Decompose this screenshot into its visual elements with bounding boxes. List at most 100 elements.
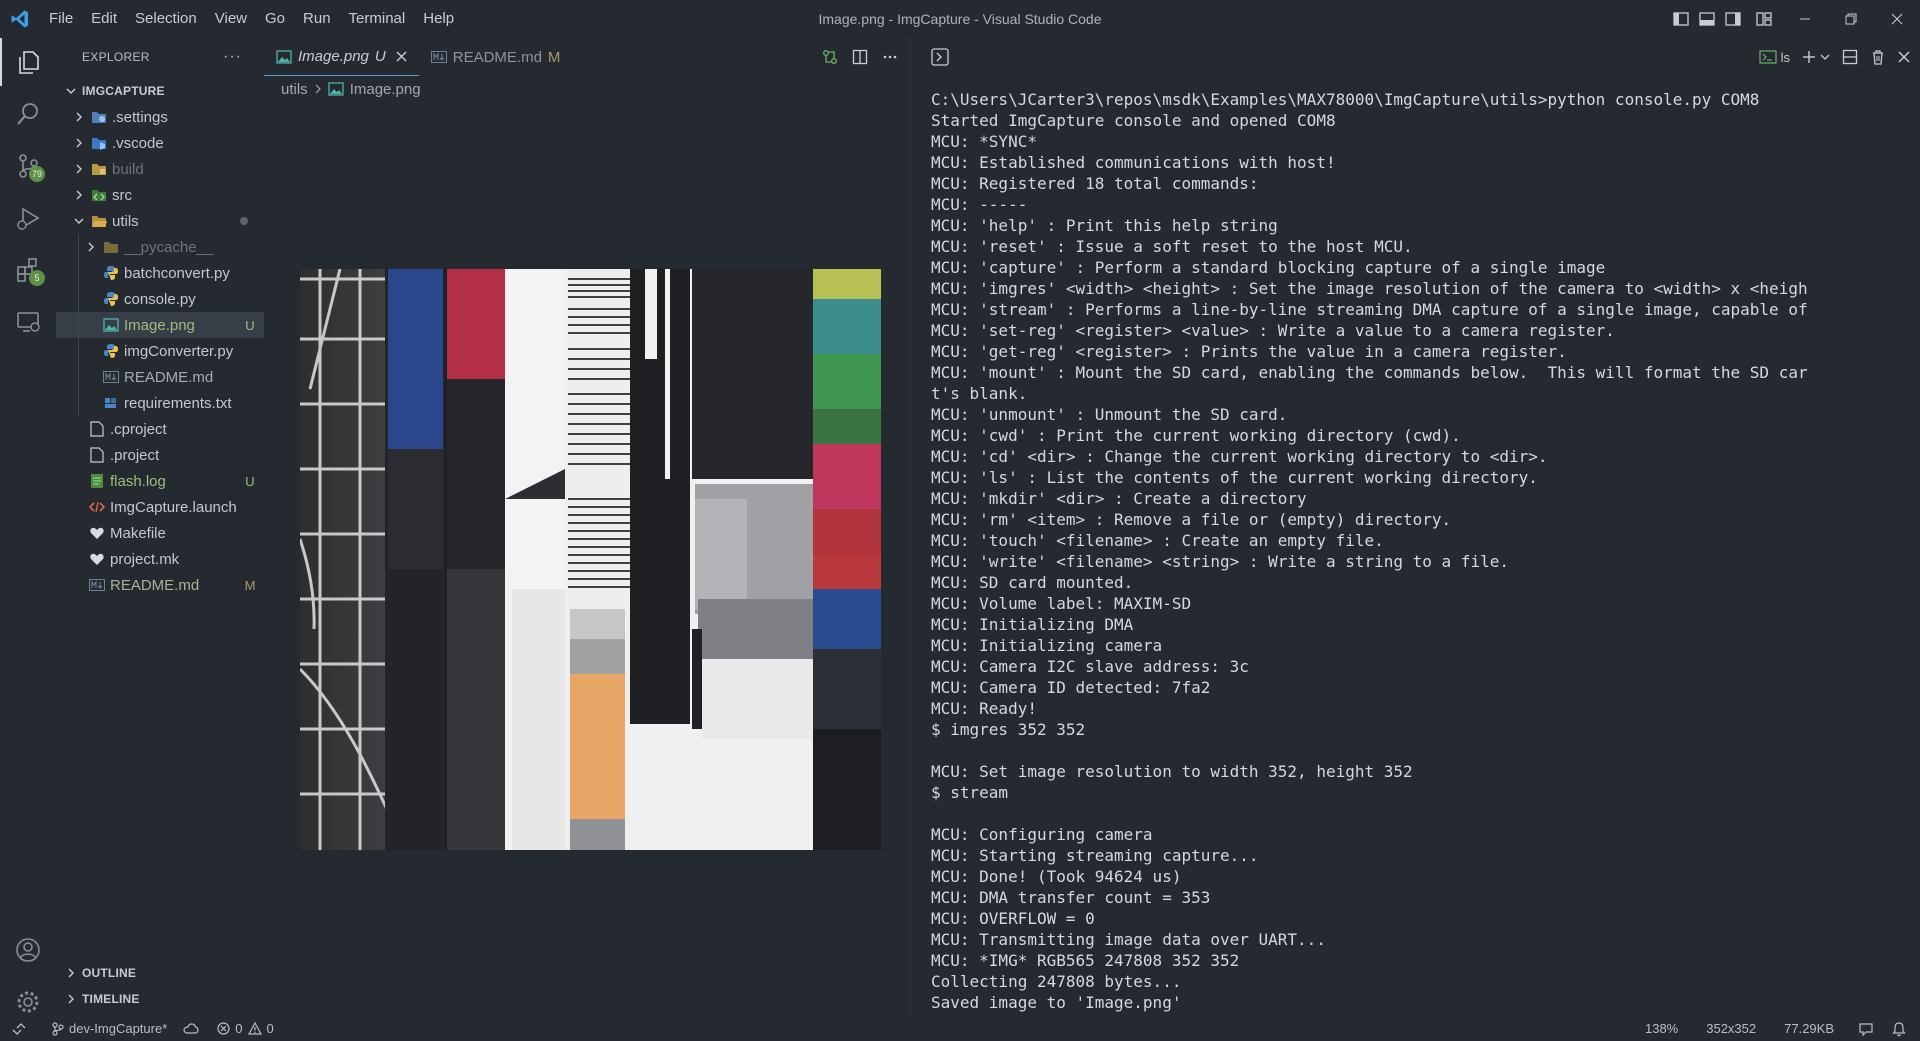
tree-item-makefile[interactable]: Makefile — [56, 520, 264, 546]
zoom-status[interactable]: 138% — [1631, 1016, 1692, 1041]
more-editor-actions-icon[interactable] — [882, 49, 898, 65]
tree-item-src[interactable]: src — [56, 182, 264, 208]
terminal-output[interactable]: C:\Users\JCarter3\repos\msdk\Examples\MA… — [931, 89, 1916, 1014]
feedback-icon[interactable] — [1848, 1016, 1884, 1041]
terminal-line: MCU: Initializing DMA — [931, 615, 1134, 634]
source-control-icon[interactable]: 79 — [0, 142, 56, 190]
chevron-right-icon — [72, 190, 86, 200]
chevron-down-icon — [64, 86, 78, 96]
git-branch-status[interactable]: dev-ImgCapture* — [34, 1016, 175, 1041]
split-editor-icon[interactable] — [852, 49, 868, 65]
restore-window-icon[interactable] — [1828, 0, 1874, 38]
terminal-line: MCU: Done! (Took 94624 us) — [931, 867, 1182, 886]
explorer-icon[interactable] — [0, 38, 56, 86]
untracked-status: U — [245, 317, 255, 333]
editor-tabs: Image.png U README.md M — [264, 38, 910, 76]
tree-item-launch[interactable]: ImgCapture.launch — [56, 494, 264, 520]
remote-indicator-icon[interactable] — [0, 1016, 34, 1041]
timeline-section[interactable]: TIMELINE — [56, 986, 264, 1012]
makefile-icon — [88, 551, 106, 567]
menu-run[interactable]: Run — [294, 0, 340, 38]
xml-file-icon — [88, 499, 106, 515]
accounts-icon[interactable] — [0, 926, 56, 974]
modified-status: M — [244, 577, 256, 593]
tree-item-project-mk[interactable]: project.mk — [56, 546, 264, 572]
outline-section[interactable]: OUTLINE — [56, 960, 264, 986]
chevron-right-icon — [84, 242, 98, 252]
requirements-file-icon — [102, 395, 120, 411]
tab-readme[interactable]: README.md M — [419, 38, 573, 76]
tree-item-cproject[interactable]: .cproject — [56, 416, 264, 442]
image-dimensions-status: 352x352 — [1706, 1021, 1757, 1036]
tree-item-pycache[interactable]: __pycache__ — [56, 234, 264, 260]
run-debug-icon[interactable] — [0, 194, 56, 242]
open-changes-icon[interactable] — [822, 49, 838, 65]
breadcrumb-file[interactable]: Image.png — [350, 81, 421, 98]
customize-layout-icon[interactable] — [1746, 0, 1782, 38]
python-file-icon — [102, 265, 120, 281]
extensions-icon[interactable]: 5 — [0, 246, 56, 294]
menu-selection[interactable]: Selection — [126, 0, 206, 38]
menu-go[interactable]: Go — [256, 0, 294, 38]
close-tab-icon[interactable] — [396, 51, 407, 62]
plus-icon — [1802, 50, 1816, 64]
markdown-file-icon — [102, 369, 120, 385]
terminal-line: MCU: 'unmount' : Unmount the SD card. — [931, 405, 1288, 424]
terminal-line: MCU: *SYNC* — [931, 132, 1037, 151]
toggle-panel-icon[interactable] — [1694, 0, 1720, 38]
terminal-panel: ls C:\Users\JCarter3\repos\msdk\Examples… — [910, 38, 1920, 1016]
sync-changes-icon[interactable] — [175, 1016, 207, 1041]
image-preview — [300, 269, 881, 850]
minimize-window-icon[interactable] — [1782, 0, 1828, 38]
new-terminal-button[interactable] — [1802, 50, 1830, 64]
image-file-icon — [276, 49, 292, 64]
terminal-shell-selector[interactable]: ls — [1759, 50, 1790, 65]
menu-bar: File Edit Selection View Go Run Terminal… — [40, 0, 463, 38]
tree-item-image-png[interactable]: Image.png U — [56, 312, 264, 338]
chevron-right-icon — [72, 112, 86, 122]
menu-help[interactable]: Help — [414, 0, 463, 38]
menu-file[interactable]: File — [40, 0, 82, 38]
tree-item-utils[interactable]: utils — [56, 208, 264, 234]
terminal-toggle-icon[interactable] — [931, 48, 949, 66]
toggle-secondary-sidebar-icon[interactable] — [1720, 0, 1746, 38]
git-branch-icon — [52, 1021, 64, 1036]
tab-image-png[interactable]: Image.png U — [264, 38, 419, 76]
more-actions-icon[interactable]: ··· — [223, 48, 242, 66]
breadcrumb-folder[interactable]: utils — [281, 81, 308, 98]
untracked-status: U — [245, 473, 255, 489]
breadcrumb-separator-icon — [314, 84, 322, 94]
terminal-line: MCU: Configuring camera — [931, 825, 1153, 844]
tree-item-project[interactable]: .project — [56, 442, 264, 468]
workspace-root[interactable]: IMGCAPTURE — [56, 78, 264, 104]
remote-explorer-icon[interactable] — [0, 298, 56, 346]
tree-item-flash-log[interactable]: flash.log U — [56, 468, 264, 494]
tree-item-build[interactable]: build — [56, 156, 264, 182]
split-terminal-icon[interactable] — [1842, 49, 1858, 65]
tree-item-console[interactable]: console.py — [56, 286, 264, 312]
tree-item-utils-readme[interactable]: README.md — [56, 364, 264, 390]
utils-folder-open-icon — [90, 213, 108, 229]
tree-item-batchconvert[interactable]: batchconvert.py — [56, 260, 264, 286]
pycache-folder-icon — [102, 239, 120, 255]
search-icon[interactable] — [0, 90, 56, 138]
toggle-primary-sidebar-icon[interactable] — [1668, 0, 1694, 38]
problems-status[interactable]: 0 0 — [207, 1016, 281, 1041]
menu-terminal[interactable]: Terminal — [340, 0, 415, 38]
close-panel-icon[interactable] — [1898, 51, 1910, 63]
notifications-bell-icon[interactable] — [1884, 1016, 1920, 1041]
close-window-icon[interactable] — [1874, 0, 1920, 38]
terminal-line: MCU: 'touch' <filename> : Create an empt… — [931, 531, 1384, 550]
trash-icon[interactable] — [1870, 49, 1886, 65]
tree-item-settings[interactable]: .settings — [56, 104, 264, 130]
tree-item-requirements[interactable]: requirements.txt — [56, 390, 264, 416]
menu-view[interactable]: View — [206, 0, 256, 38]
menu-edit[interactable]: Edit — [82, 0, 126, 38]
tree-item-imgconverter[interactable]: imgConverter.py — [56, 338, 264, 364]
tree-item-vscode[interactable]: .vscode — [56, 130, 264, 156]
terminal-line: Started ImgCapture console and opened CO… — [931, 111, 1336, 130]
terminal-line: MCU: 'imgres' <width> <height> : Set the… — [931, 279, 1808, 298]
tree-item-root-readme[interactable]: README.md M — [56, 572, 264, 598]
build-folder-icon — [90, 161, 108, 177]
